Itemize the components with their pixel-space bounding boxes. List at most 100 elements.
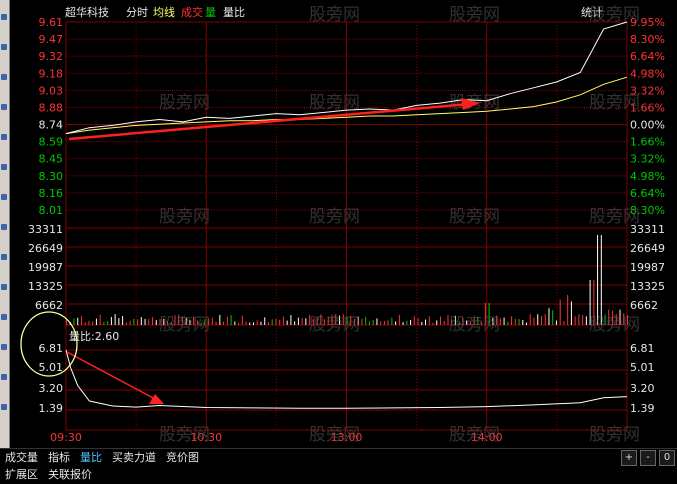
price-pct-label: 4.98% — [630, 170, 665, 183]
volume-bar — [88, 320, 90, 325]
volume-bar — [402, 322, 404, 325]
toolbar-button[interactable] — [0, 370, 9, 384]
toolbar-button[interactable] — [0, 70, 9, 84]
volume-bar — [555, 320, 557, 325]
tab-0[interactable]: 成交量 — [0, 450, 43, 466]
chart-svg[interactable]: 超华科技 分时 均线 成交 量 量比 统计 9.619.479.329.189.… — [9, 0, 677, 448]
volume-bar — [230, 315, 232, 325]
volume-bar — [125, 322, 127, 325]
volume-bar — [129, 320, 131, 325]
stock-name: 超华科技 — [65, 5, 109, 19]
volume-bar — [361, 318, 363, 325]
toolbar-button[interactable] — [0, 160, 9, 174]
time-axis: 09:30 10:30 13:00 14:00 — [50, 431, 502, 444]
volume-tick-label-left: 26649 — [28, 242, 63, 255]
toolbar-button[interactable] — [0, 190, 9, 204]
volume-bar — [99, 314, 101, 325]
ratio-tick-label-right: 6.81 — [630, 342, 655, 355]
volume-bar — [110, 316, 112, 325]
volume-bar — [256, 320, 258, 325]
volume-tick-label-left: 33311 — [28, 223, 63, 236]
tab-4[interactable]: 竞价图 — [161, 450, 204, 466]
mini-button-1[interactable]: - — [640, 450, 656, 466]
mini-button-0[interactable]: + — [621, 450, 637, 466]
volume-bar — [122, 316, 124, 325]
volume-bar — [544, 313, 546, 325]
volume-bar — [518, 319, 520, 325]
tab-1[interactable]: 指标 — [43, 450, 75, 466]
intraday-chart[interactable]: 超华科技 分时 均线 成交 量 量比 统计 9.61 9.47 9.32 9.18 9.… — [9, 0, 677, 448]
price-tick-label: 9.61 — [39, 16, 64, 29]
volume-bar — [267, 322, 269, 325]
volume-bar — [574, 316, 576, 325]
volume-bar — [413, 316, 415, 325]
volume-bar — [95, 318, 97, 325]
tab-3[interactable]: 买卖力道 — [107, 450, 161, 466]
volume-bar — [511, 316, 513, 325]
indicator-tabs: 成交量 指标 量比 买卖力道 竞价图 — [0, 450, 204, 466]
legend-junxian: 均线 — [153, 5, 175, 19]
volume-bar — [443, 320, 445, 325]
volume-bar — [253, 322, 254, 325]
toolbar-button[interactable] — [0, 310, 9, 324]
volume-bar — [406, 320, 408, 325]
price-pct-label: 0.00% — [630, 119, 665, 132]
price-axis-left: 9.61 9.47 9.32 9.18 9.03 8.88 8.74 8.59 8.45 8.30… — [39, 16, 64, 217]
extra-tab-0[interactable]: 扩展区 — [0, 467, 43, 483]
toolbar-button[interactable] — [0, 220, 9, 234]
toolbar-button[interactable] — [0, 280, 9, 294]
volume-bar — [103, 321, 105, 325]
volume-bar — [219, 314, 221, 325]
price-pct-label: 1.66% — [630, 136, 665, 149]
volume-bar — [279, 319, 281, 325]
extra-tabs: 扩展区 关联报价 — [0, 467, 97, 483]
watermark-text: 股旁网 — [309, 207, 360, 227]
volume-tick-label-right: 19987 — [630, 261, 665, 274]
volume-bar — [271, 319, 273, 325]
extra-tab-1[interactable]: 关联报价 — [43, 467, 97, 483]
volume-bar — [387, 320, 389, 325]
volume-bar — [428, 316, 430, 325]
tab-2[interactable]: 量比 — [75, 450, 107, 466]
price-tick-label: 8.30 — [39, 170, 64, 183]
volume-bar — [432, 322, 434, 325]
volume-bar — [391, 317, 393, 325]
volume-bar — [294, 321, 296, 325]
volume-bar — [410, 320, 412, 325]
volume-bar — [301, 318, 303, 325]
watermark-text: 股旁网 — [309, 315, 360, 335]
price-tick-label: 9.32 — [39, 50, 64, 63]
legend-chengjiao: 成交 — [181, 5, 203, 19]
legend-liang: 量 — [205, 6, 216, 19]
price-pct-label: 8.30% — [630, 33, 665, 46]
price-pct-label: 6.64% — [630, 50, 665, 63]
trend-arrow-line — [68, 102, 470, 141]
volume-bar — [368, 321, 370, 325]
volume-tick-label-right: 6662 — [630, 299, 658, 312]
ratio-tick-label-left: 1.39 — [39, 402, 64, 415]
ratio-tick-label-left: 5.01 — [39, 361, 64, 374]
volume-bar — [365, 317, 367, 325]
volume-bar — [522, 319, 524, 325]
toolbar-button[interactable] — [0, 100, 9, 114]
volume-bar — [533, 317, 535, 325]
price-pct-label: 6.64% — [630, 187, 665, 200]
toolbar-button[interactable] — [0, 40, 9, 54]
volume-bar — [421, 322, 423, 325]
toolbar-button[interactable] — [0, 250, 9, 264]
volume-bar — [380, 321, 382, 325]
volume-bar — [578, 314, 580, 325]
toolbar-button[interactable] — [0, 340, 9, 354]
watermark-text: 股旁网 — [589, 425, 640, 445]
volume-bar — [275, 318, 277, 325]
volume-bar — [305, 318, 307, 325]
mini-button-2[interactable]: 0 — [659, 450, 675, 466]
watermark-text: 股旁网 — [309, 5, 360, 25]
watermark-text: 股旁网 — [159, 207, 210, 227]
watermark-text: 股旁网 — [159, 425, 210, 445]
price-tick-label: 8.88 — [39, 101, 64, 114]
toolbar-button[interactable] — [0, 10, 9, 24]
toolbar-button[interactable] — [0, 130, 9, 144]
toolbar-button[interactable] — [0, 400, 9, 414]
legend-fenshi: 分时 — [126, 6, 148, 19]
